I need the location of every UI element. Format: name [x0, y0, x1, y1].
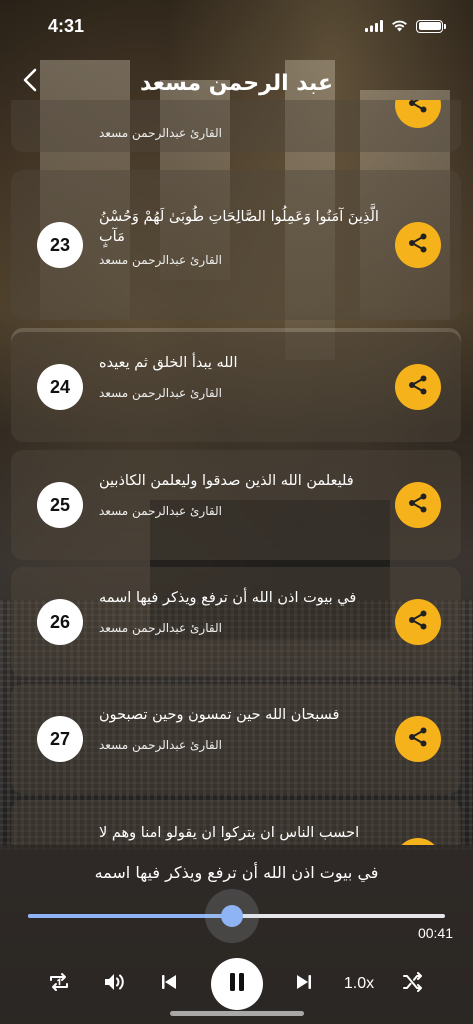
previous-button[interactable]	[156, 957, 182, 1011]
nav-bar: عبد الرحمن مسعد	[0, 60, 473, 106]
list-item[interactable]: 27 فسبحان الله حين تمسون وحين تصبحون الق…	[11, 684, 461, 794]
status-icons	[365, 17, 446, 36]
ayah-number-badge: 26	[37, 599, 83, 645]
list-item[interactable]: 24 الله يبدأ الخلق ثم يعيده القارئ عبدال…	[11, 332, 461, 442]
share-icon	[407, 232, 429, 258]
share-button[interactable]	[395, 838, 441, 845]
share-icon	[407, 374, 429, 400]
ayah-text: فليعلمن الله الذين صدقوا وليعلمن الكاذبي…	[99, 473, 354, 489]
home-indicator	[170, 1011, 304, 1016]
speed-button[interactable]: 1.0x	[340, 957, 378, 1011]
list-item[interactable]: 25 فليعلمن الله الذين صدقوا وليعلمن الكا…	[11, 450, 461, 560]
reciter-label: القارئ عبدالرحمن مسعد	[99, 503, 222, 518]
next-button[interactable]	[291, 957, 317, 1011]
ayah-text: احسب الناس ان يتركوا ان يقولو امنا وهم ل…	[99, 825, 360, 841]
skip-previous-icon	[161, 974, 177, 994]
progress-slider[interactable]	[28, 889, 445, 943]
ayah-number-badge: 24	[37, 364, 83, 410]
share-button[interactable]	[395, 364, 441, 410]
shuffle-button[interactable]	[398, 957, 428, 1011]
shuffle-icon	[402, 972, 424, 996]
pause-icon	[229, 972, 245, 996]
reciter-label: القارئ عبدالرحمن مسعد	[99, 737, 222, 752]
reciter-label: القارئ عبدالرحمن مسعد	[99, 126, 222, 140]
repeat-button[interactable]	[44, 957, 74, 1011]
progress-fill	[28, 914, 233, 918]
ayah-number-badge: 27	[37, 716, 83, 762]
ayah-text: الَّذِينَ آمَنُوا وَعَمِلُوا الصَّالِحَا…	[99, 209, 379, 245]
pause-button[interactable]	[211, 958, 263, 1010]
volume-icon	[103, 972, 127, 996]
share-icon	[407, 609, 429, 635]
repeat-one-icon	[48, 972, 70, 996]
ayah-list[interactable]: القارئ عبدالرحمن مسعد 23 الَّذِينَ آمَنُ…	[0, 100, 473, 845]
list-item[interactable]: 26 في بيوت اذن الله أن ترفع ويذكر فيها ا…	[11, 567, 461, 677]
reciter-label: القارئ عبدالرحمن مسعد	[99, 620, 222, 635]
audio-player: في بيوت اذن الله أن ترفع ويذكر فيها اسمه…	[0, 845, 473, 1024]
ayah-number-badge: 23	[37, 222, 83, 268]
share-button[interactable]	[395, 599, 441, 645]
ayah-number-badge: 25	[37, 482, 83, 528]
reciter-label: القارئ عبدالرحمن مسعد	[99, 385, 222, 400]
volume-button[interactable]	[100, 957, 130, 1011]
battery-icon	[416, 19, 446, 33]
share-icon	[407, 726, 429, 752]
share-button[interactable]	[395, 482, 441, 528]
signal-icon	[365, 17, 383, 36]
reciter-label: القارئ عبدالرحمن مسعد	[99, 253, 222, 268]
ayah-text: الله يبدأ الخلق ثم يعيده	[99, 355, 238, 371]
list-item[interactable]: 23 الَّذِينَ آمَنُوا وَعَمِلُوا الصَّالِ…	[11, 170, 461, 320]
skip-next-icon	[296, 974, 312, 994]
duration-label: 00:41	[417, 925, 453, 941]
page-title: عبد الرحمن مسعد	[139, 70, 334, 96]
share-button[interactable]	[395, 222, 441, 268]
status-bar: 4:31	[0, 0, 473, 52]
ayah-text: فسبحان الله حين تمسون وحين تصبحون	[99, 707, 340, 723]
list-item[interactable]: احسب الناس ان يتركوا ان يقولو امنا وهم ل…	[11, 800, 461, 845]
list-item[interactable]: القارئ عبدالرحمن مسعد	[11, 100, 461, 152]
player-controls: 1.0x	[0, 957, 473, 1011]
back-chevron-icon	[23, 68, 37, 96]
wifi-icon	[391, 17, 408, 36]
back-button[interactable]	[12, 64, 48, 100]
ayah-text: في بيوت اذن الله أن ترفع ويذكر فيها اسمه	[99, 590, 357, 606]
share-icon	[407, 492, 429, 518]
status-time: 4:31	[48, 15, 85, 36]
now-playing-title: في بيوت اذن الله أن ترفع ويذكر فيها اسمه	[94, 863, 379, 882]
share-button[interactable]	[395, 716, 441, 762]
